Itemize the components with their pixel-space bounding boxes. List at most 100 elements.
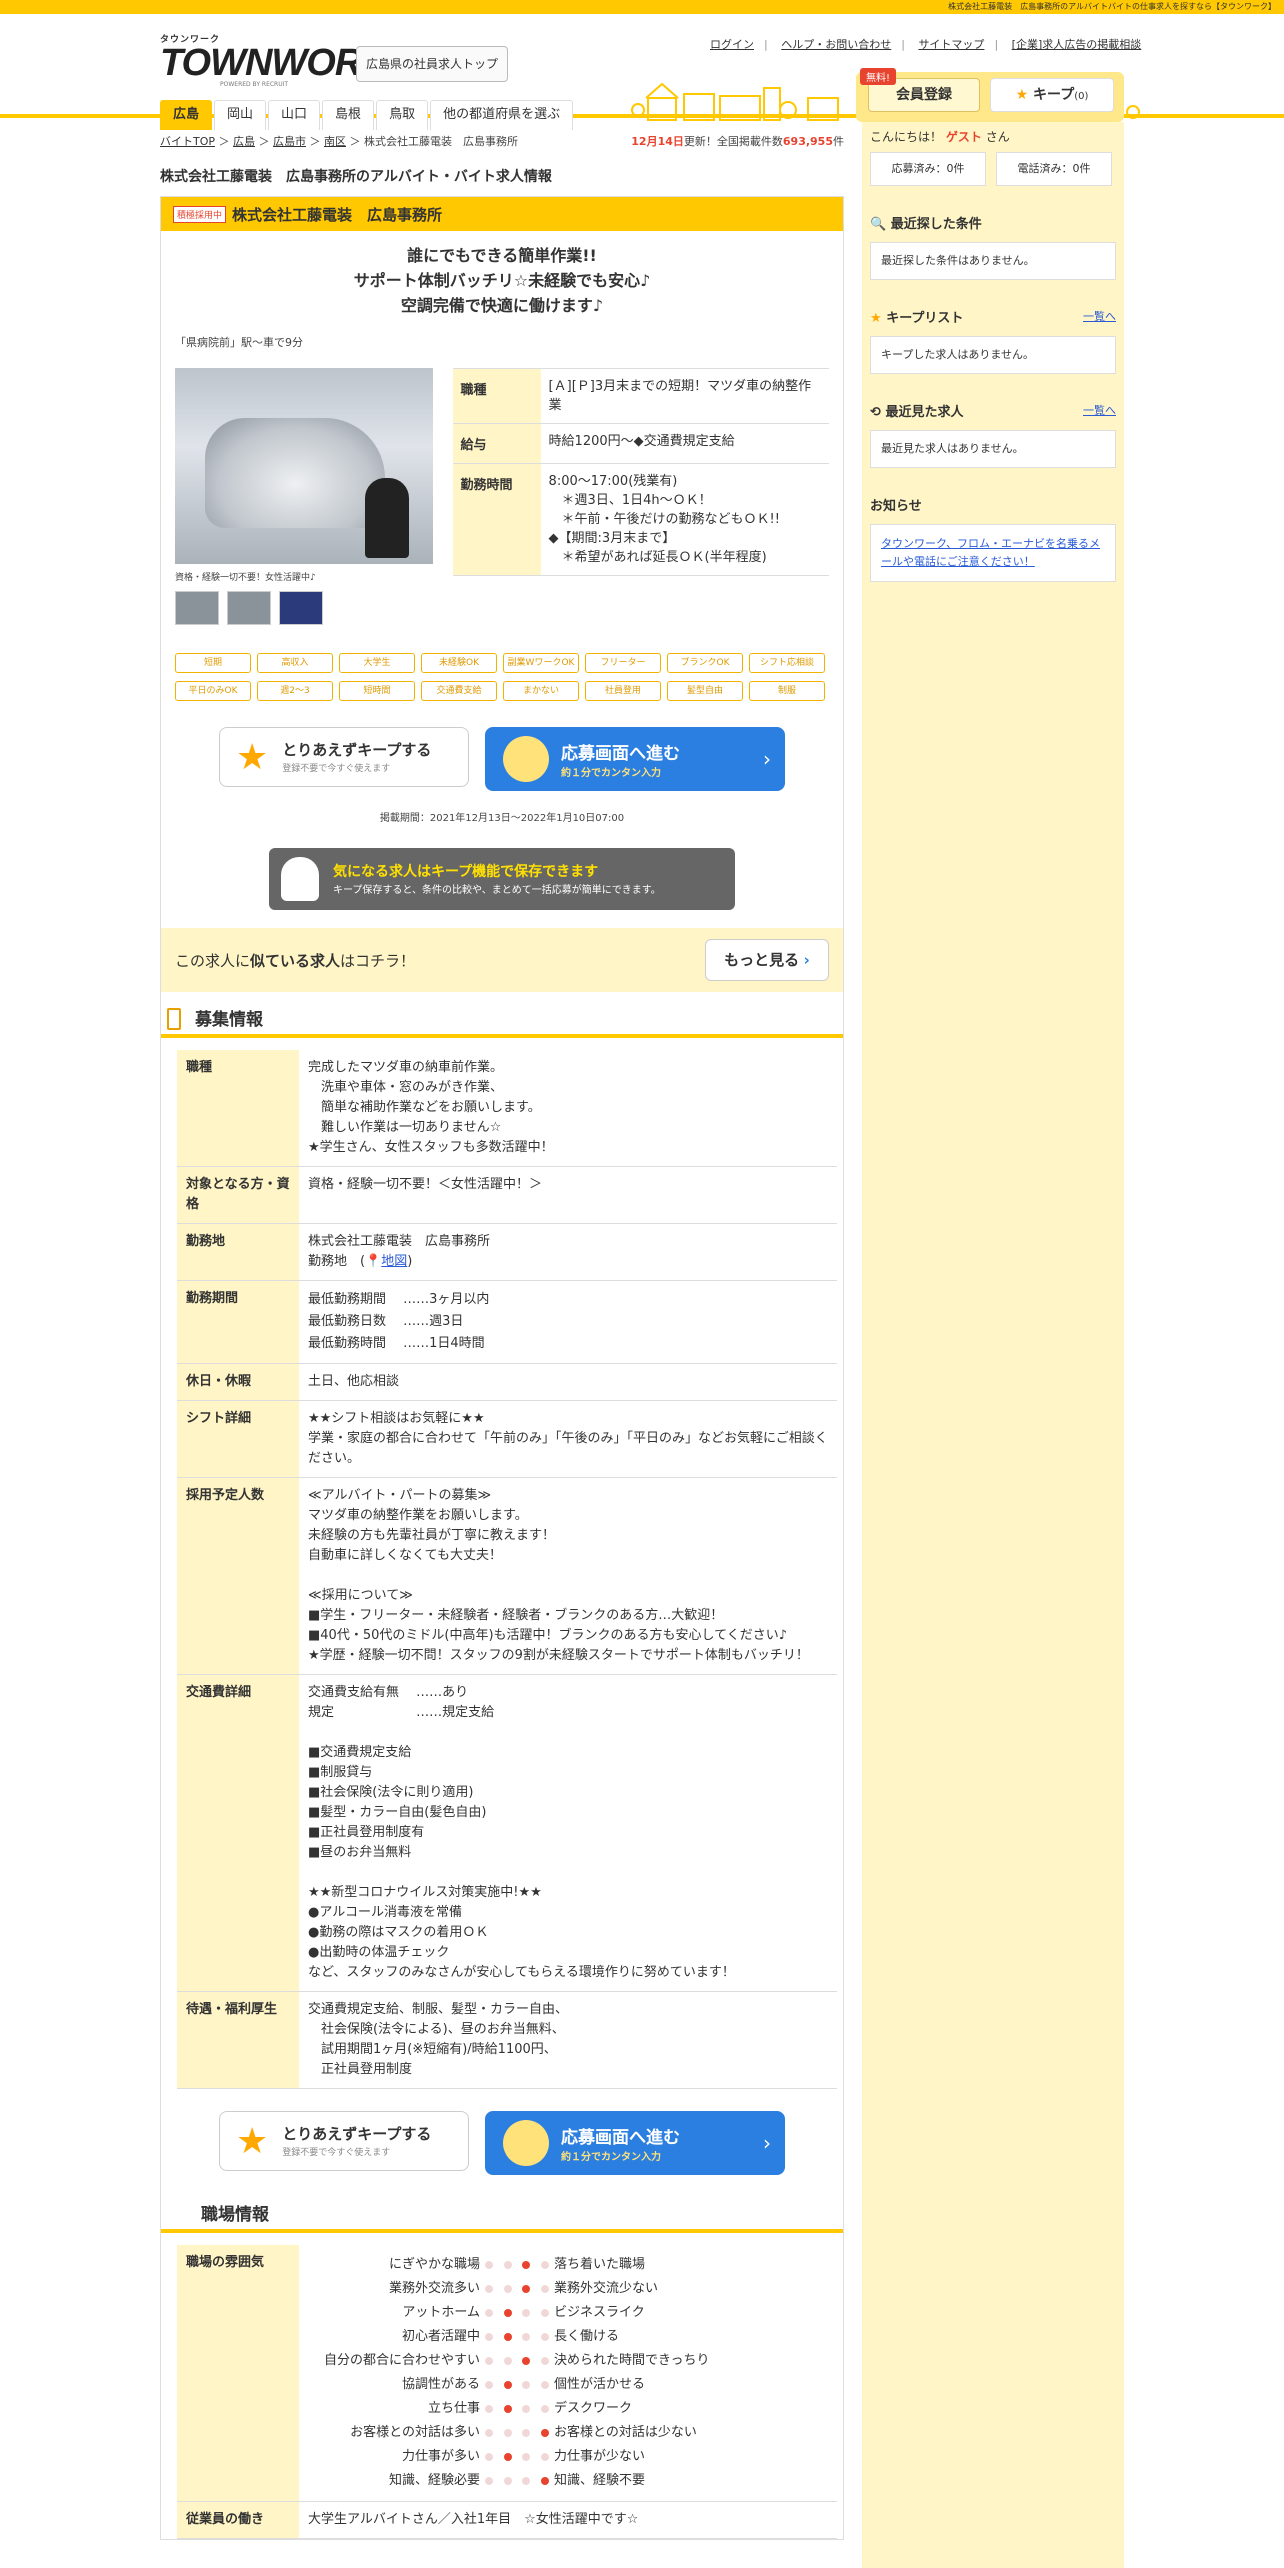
crumb-minami-ku[interactable]: 南区	[324, 135, 346, 148]
scale-dot	[540, 2357, 549, 2365]
more-similar-button[interactable]: もっと見る ›	[705, 939, 829, 981]
scale-dot	[522, 2333, 531, 2341]
spec-row: 給与 時給1200円～◆交通費規定支給	[452, 423, 829, 463]
applied-count[interactable]: 応募済み：0件	[870, 152, 986, 186]
scale-dot	[503, 2381, 512, 2389]
townwork-logo[interactable]: タウンワーク TOWNWORK POWERED BY RECRUIT	[160, 32, 389, 88]
free-badge: 無料!	[860, 68, 897, 85]
job-spec-table: 職種 [Ａ][Ｐ]3月末までの短期！マツダ車の納整作業 給与 時給1200円～◆交通…	[452, 368, 829, 625]
catch-copy: 誰にでもできる簡単作業!! サポート体制バッチリ☆未経験でも安心♪ 空調完備で快…	[353, 246, 651, 315]
feature-tag[interactable]: 社員登用	[585, 681, 661, 701]
atmosphere-row: 立ち仕事 デスクワーク	[427, 2401, 633, 2416]
scale-dot	[522, 2477, 531, 2485]
scale-dot	[522, 2429, 531, 2437]
scale-dot	[503, 2333, 512, 2341]
main-content: バイトTOP ＞ 広島 ＞ 広島市 ＞ 南区 ＞ 株式会社工藤電装 広島事務所 …	[160, 122, 844, 2540]
feature-tag[interactable]: 高収入	[257, 653, 333, 673]
atmosphere-row: アットホーム ビジネスライク	[402, 2305, 645, 2320]
job-photo-area: 資格・経験一切不要！女性活躍中♪	[175, 368, 437, 625]
scale-dot	[522, 2285, 531, 2293]
scale-dot	[503, 2357, 512, 2365]
table-row: シフト詳細 ★★シフト相談はお気軽に★★ 学業・家庭の都合に合わせて「午前のみ」「…	[177, 1400, 837, 1478]
thumbnail-3[interactable]	[279, 591, 323, 625]
feature-tag[interactable]: フリーター	[585, 653, 661, 673]
scale-dot	[540, 2333, 549, 2341]
atmosphere-row: 初心者活躍中 長く働ける	[401, 2329, 620, 2344]
keep-button-bottom[interactable]: ★ とりあえずキープする 登録不要で今すぐ使えます	[219, 2111, 469, 2171]
recent-view-heading: ⟲ 最近見た求人 一覧へ	[870, 402, 1116, 420]
keep-button[interactable]: ★ とりあえずキープする 登録不要で今すぐ使えます	[219, 727, 469, 787]
scale-dot	[522, 2405, 531, 2413]
atmosphere-scale: にぎやかな職場 落ち着いた職場 業務外交流多い 業務外交流少ない アットホーム ビジネスラ…	[299, 2245, 837, 2502]
scale-dot	[503, 2261, 512, 2269]
ad-consult-link[interactable]: [企業]求人広告の掲載相談	[1012, 38, 1142, 51]
map-link[interactable]: 地図	[381, 1254, 407, 1269]
thumbnail-2[interactable]	[227, 591, 271, 625]
keep-feature-banner[interactable]: 気になる求人はキープ機能で保存できます キープ保存すると、条件の比較や、まとめて一…	[269, 848, 735, 910]
feature-tag[interactable]: 髪型自由	[667, 681, 743, 701]
keeplist-link[interactable]: 一覧へ	[1083, 308, 1116, 324]
scale-dot	[540, 2477, 549, 2485]
feature-tag[interactable]: 未経験OK	[421, 653, 497, 673]
station-access: 「県病院前」駅～車で9分	[175, 336, 303, 349]
job-summary: 資格・経験一切不要！女性活躍中♪ 職種 [Ａ][Ｐ]3月末までの短期！マツダ車の納…	[161, 368, 843, 625]
job-card: 積極採用中 株式会社工藤電装 広島事務所 誰にでもできる簡単作業!! サポート体…	[160, 196, 844, 2540]
table-row: 従業員の働き 大学生アルバイトさん／入社1年目 ☆女性活躍中です☆	[177, 2501, 837, 2539]
spec-row: 職種 [Ａ][Ｐ]3月末までの短期！マツダ車の納整作業	[452, 368, 829, 423]
job-actions-bottom: ★ とりあえずキープする 登録不要で今すぐ使えます 応募画面へ進む 約１分でカンタン入…	[161, 2111, 843, 2175]
feature-tag[interactable]: 副業WワークOK	[503, 653, 579, 673]
scale-dot	[485, 2357, 494, 2365]
feature-tag[interactable]: 制服	[749, 681, 825, 701]
star-icon: ★	[236, 2120, 269, 2162]
keeplist-box: キープした求人はありません。	[870, 336, 1116, 374]
login-link[interactable]: ログイン	[710, 38, 754, 51]
called-count[interactable]: 電話済み：0件	[996, 152, 1112, 186]
scale-dot	[485, 2309, 494, 2317]
feature-tag[interactable]: 週2～3	[257, 681, 333, 701]
star-icon: ★	[870, 310, 882, 326]
star-icon: ★	[1015, 87, 1029, 103]
atmosphere-row: 協調性がある 個性が活かせる	[401, 2377, 646, 2392]
feature-tag[interactable]: 交通費支給	[421, 681, 497, 701]
news-link[interactable]: タウンワーク、フロム・エーナビを名乗るメールや電話にご注意ください！	[870, 524, 1116, 582]
thumbnail-1[interactable]	[175, 591, 219, 625]
scale-dot	[485, 2285, 494, 2293]
breadcrumb: バイトTOP ＞ 広島 ＞ 広島市 ＞ 南区 ＞ 株式会社工藤電装 広島事務所 …	[160, 122, 844, 162]
job-photo[interactable]	[175, 368, 433, 564]
crumb-hiroshima-city[interactable]: 広島市	[273, 135, 306, 148]
feature-tag[interactable]: シフト応相談	[749, 653, 825, 673]
crumb-hiroshima[interactable]: 広島	[233, 135, 255, 148]
scale-dot	[540, 2453, 549, 2461]
feature-tag[interactable]: ブランクOK	[667, 653, 743, 673]
atmosphere-row: 力仕事が多い 力仕事が少ない	[401, 2449, 646, 2464]
history-icon: ⟲	[870, 404, 881, 420]
feature-tag[interactable]: 短時間	[339, 681, 415, 701]
feature-tag[interactable]: まかない	[503, 681, 579, 701]
sidebar: こんにちは！ ゲスト さん 応募済み：0件 電話済み：0件 🔍 最近探した条件 …	[862, 122, 1124, 2568]
scale-dot	[540, 2381, 549, 2389]
feature-tag[interactable]: 平日のみOK	[175, 681, 251, 701]
recent-search-heading: 🔍 最近探した条件	[870, 216, 982, 232]
top-banner-text: 株式会社工藤電装 広島事務所のアルバイトバイトの仕事求人を探すなら【タウンワーク…	[0, 0, 1284, 14]
keeplist-heading: ★ キープリスト 一覧へ	[870, 308, 1116, 326]
keep-header-button[interactable]: ★ キープ(0)	[990, 78, 1114, 112]
table-row: 勤務地 株式会社工藤電装 広島事務所 勤務地 (📍地図)	[177, 1223, 837, 1281]
feature-tag[interactable]: 短期	[175, 653, 251, 673]
apply-button[interactable]: 応募画面へ進む 約１分でカンタン入力 ›	[485, 727, 785, 791]
feature-tag[interactable]: 大学生	[339, 653, 415, 673]
chevron-right-icon: ›	[763, 747, 771, 771]
apply-button-bottom[interactable]: 応募画面へ進む 約１分でカンタン入力 ›	[485, 2111, 785, 2175]
prefecture-top-button[interactable]: 広島県の社員求人トップ	[356, 46, 508, 82]
recent-view-link[interactable]: 一覧へ	[1083, 402, 1116, 418]
atmosphere-row: にぎやかな職場 落ち着いた職場	[388, 2257, 646, 2272]
search-icon: 🔍	[870, 216, 887, 232]
news-heading: お知らせ	[870, 498, 922, 514]
crumb-baito-top[interactable]: バイトTOP	[160, 135, 215, 148]
workplace-table: 職場の雰囲気 にぎやかな職場 落ち着いた職場 業務外交流多い 業務外交流少ない アットホー…	[177, 2245, 837, 2539]
chevron-right-icon: ›	[803, 951, 810, 969]
scale-dot	[540, 2285, 549, 2293]
map-pin-icon: 📍	[365, 1254, 382, 1269]
help-link[interactable]: ヘルプ・お問い合わせ	[781, 38, 891, 51]
atmosphere-row: 自分の都合に合わせやすい 決められた時間できっちり	[323, 2353, 710, 2368]
sitemap-link[interactable]: サイトマップ	[918, 38, 984, 51]
